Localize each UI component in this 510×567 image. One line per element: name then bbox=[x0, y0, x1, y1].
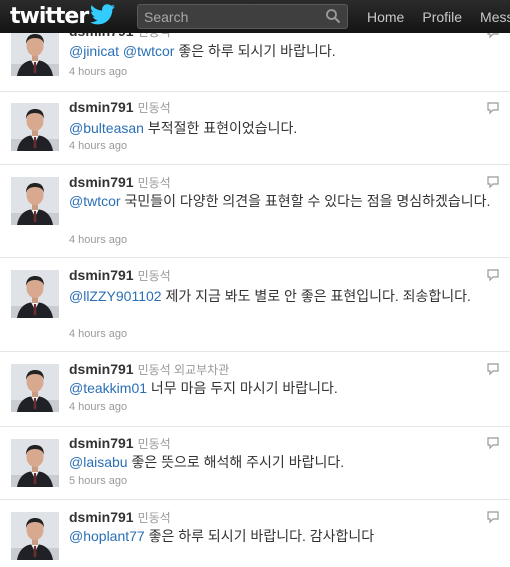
username[interactable]: dsmin791 bbox=[69, 435, 134, 451]
username[interactable]: dsmin791 bbox=[69, 99, 134, 115]
bird-icon bbox=[90, 4, 116, 25]
mention-link[interactable]: @teakkim01 bbox=[69, 380, 147, 396]
username[interactable]: dsmin791 bbox=[69, 361, 134, 377]
reply-icon[interactable] bbox=[486, 101, 500, 115]
avatar[interactable] bbox=[11, 103, 59, 151]
full-name: 민동석 bbox=[137, 101, 171, 115]
timestamp[interactable]: 4 hours ago bbox=[69, 328, 127, 340]
avatar[interactable] bbox=[11, 439, 59, 487]
mention-link[interactable]: @bulteasan bbox=[69, 120, 144, 136]
logo-text: twitter bbox=[10, 3, 89, 29]
avatar[interactable] bbox=[11, 177, 59, 225]
mention-link[interactable]: @twtcor bbox=[123, 43, 175, 59]
mention-link[interactable]: @hoplant77 bbox=[69, 528, 145, 544]
search-box bbox=[137, 4, 348, 29]
username[interactable]: dsmin791 bbox=[69, 509, 134, 525]
tweet-text: @twtcor 국민들이 다양한 의견을 표현할 수 있다는 점을 명심하겠습니… bbox=[69, 192, 501, 211]
full-name: 민동석 bbox=[137, 511, 171, 525]
avatar[interactable] bbox=[11, 270, 59, 318]
nav-profile[interactable]: Profile bbox=[422, 9, 462, 25]
mention-link[interactable]: @laisabu bbox=[69, 454, 128, 470]
tweet-header: dsmin791민동석 bbox=[69, 509, 171, 526]
tweet-text: @laisabu 좋은 뜻으로 해석해 주시기 바랍니다. bbox=[69, 453, 501, 472]
tweet-message: 국민들이 다양한 의견을 표현할 수 있다는 점을 명심하겠습니다. bbox=[120, 193, 491, 209]
tweet-message: 제가 지금 봐도 별로 안 좋은 표현입니다. 죄송합니다. bbox=[161, 288, 471, 304]
tweet-item: dsmin791 민동석 @bulteasan 부적절한 표현이었습니다. 4 h… bbox=[0, 92, 510, 165]
tweet-text: @jinicat @twtcor 좋은 하루 되시기 바랍니다. bbox=[69, 42, 501, 61]
full-name: 민동석 외교부차관 bbox=[137, 363, 230, 377]
username[interactable]: dsmin791 bbox=[69, 174, 134, 190]
tweet-header: dsmin791민동석 bbox=[69, 174, 171, 191]
tweet-text: @hoplant77 좋은 하루 되시기 바랍니다. 감사합니다 bbox=[69, 527, 501, 546]
tweet-header: dsmin791 민동석 외교부차관 bbox=[69, 361, 229, 378]
tweet-message: 좋은 하루 되시기 바랍니다. 감사합니다 bbox=[144, 528, 375, 544]
tweet-header: dsmin791민동석 bbox=[69, 99, 171, 116]
timestamp[interactable]: 5 hours ago bbox=[69, 475, 127, 487]
tweet-item: dsmin791 민동석 @hoplant77 좋은 하루 되시기 바랍니다. 감… bbox=[0, 500, 510, 567]
mention-link[interactable]: @jinicat bbox=[69, 43, 119, 59]
top-bar: twitter Home Profile Messages bbox=[0, 0, 510, 33]
avatar[interactable] bbox=[11, 28, 59, 76]
tweet-item: dsmin791 민동석 @llZZY901102 제가 지금 봐도 별로 안 좋… bbox=[0, 258, 510, 352]
tweet-item: dsmin791 민동석 외교부차관 @teakkim01 너무 마음 두지 마시… bbox=[0, 352, 510, 427]
tweet-item: dsmin791 민동석 @twtcor 국민들이 다양한 의견을 표현할 수 있… bbox=[0, 165, 510, 258]
tweet-message: 너무 마음 두지 마시기 바랍니다. bbox=[147, 380, 338, 396]
tweet-header: dsmin791민동석 bbox=[69, 435, 171, 452]
reply-icon[interactable] bbox=[486, 175, 500, 189]
tweet-message: 좋은 뜻으로 해석해 주시기 바랍니다. bbox=[127, 454, 345, 470]
tweet-text: @llZZY901102 제가 지금 봐도 별로 안 좋은 표현입니다. 죄송합… bbox=[69, 287, 501, 306]
timestamp[interactable]: 4 hours ago bbox=[69, 140, 127, 152]
tweet-header: dsmin791민동석 bbox=[69, 267, 171, 284]
tweet-message: 부적절한 표현이었습니다. bbox=[143, 120, 298, 136]
nav-messages[interactable]: Messages bbox=[480, 9, 510, 25]
search-icon[interactable] bbox=[325, 8, 341, 24]
avatar[interactable] bbox=[11, 364, 59, 412]
nav-home[interactable]: Home bbox=[367, 9, 404, 25]
reply-icon[interactable] bbox=[486, 436, 500, 450]
mention-link[interactable]: @twtcor bbox=[69, 193, 121, 209]
search-input[interactable] bbox=[138, 5, 318, 28]
reply-icon[interactable] bbox=[486, 510, 500, 524]
full-name: 민동석 bbox=[137, 176, 171, 190]
reply-icon[interactable] bbox=[486, 268, 500, 282]
avatar[interactable] bbox=[11, 512, 59, 560]
username[interactable]: dsmin791 bbox=[69, 267, 134, 283]
full-name: 민동석 bbox=[137, 437, 171, 451]
tweet-text: @teakkim01 너무 마음 두지 마시기 바랍니다. bbox=[69, 379, 501, 398]
tweet-item: dsmin791 민동석 @laisabu 좋은 뜻으로 해석해 주시기 바랍니다… bbox=[0, 427, 510, 500]
top-nav: Home Profile Messages bbox=[356, 0, 510, 33]
tweet-text: @bulteasan 부적절한 표현이었습니다. bbox=[69, 119, 501, 138]
mention-link[interactable]: @llZZY901102 bbox=[69, 288, 162, 304]
timestamp[interactable]: 4 hours ago bbox=[69, 401, 127, 413]
twitter-logo[interactable]: twitter bbox=[10, 3, 116, 29]
tweet-message: 좋은 하루 되시기 바랍니다. bbox=[174, 43, 336, 59]
full-name: 민동석 bbox=[137, 269, 171, 283]
timestamp[interactable]: 4 hours ago bbox=[69, 66, 127, 78]
timestamp[interactable]: 4 hours ago bbox=[69, 234, 127, 246]
reply-icon[interactable] bbox=[486, 362, 500, 376]
